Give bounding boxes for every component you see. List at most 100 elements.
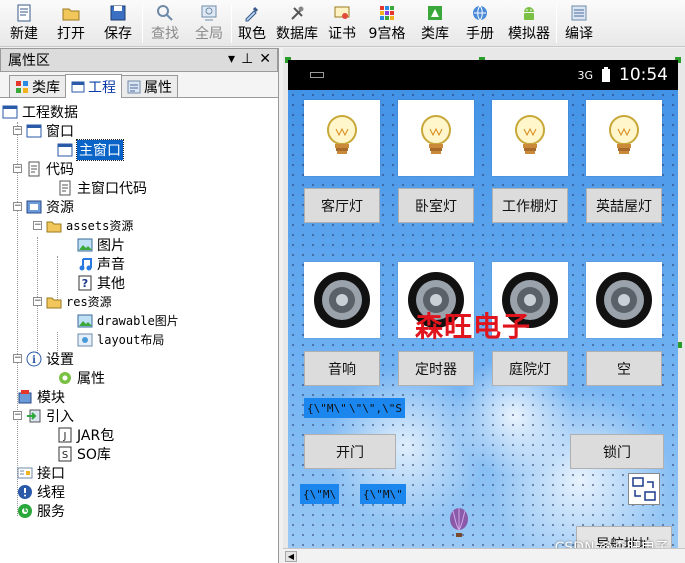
bulb-image[interactable] xyxy=(586,100,662,176)
tree-node-jar[interactable]: J JAR包 xyxy=(57,425,114,444)
panel-tabs: 类库 工程 属性 xyxy=(0,72,278,98)
speaker-icon xyxy=(596,272,652,328)
bedroom-light-button[interactable]: 卧室灯 xyxy=(398,188,474,223)
living-room-light-button[interactable]: 客厅灯 xyxy=(304,188,380,223)
class-lib-icon xyxy=(428,6,442,20)
open-folder-icon xyxy=(62,8,80,21)
tree-node-layout[interactable]: layout布局 xyxy=(77,330,164,349)
save-disk-icon xyxy=(110,5,126,21)
collapse-toggle[interactable]: − xyxy=(33,221,42,230)
layout-icon xyxy=(77,333,93,346)
collapse-toggle[interactable]: − xyxy=(13,126,22,135)
collapse-toggle[interactable]: − xyxy=(13,354,22,363)
tree-node-other[interactable]: ? 其他 xyxy=(77,273,125,292)
collapse-toggle[interactable]: − xyxy=(13,164,22,173)
tree-node-main-window[interactable]: 主窗口 xyxy=(57,138,124,161)
service-icon xyxy=(18,503,32,518)
android-icon xyxy=(524,7,534,20)
data-label: {\"M\" xyxy=(304,398,350,418)
horizontal-scrollbar[interactable]: ◀ xyxy=(283,548,685,563)
pin-icon[interactable]: ⊥ xyxy=(241,51,253,67)
new-button[interactable]: 新建 xyxy=(0,0,48,46)
project-tree: 工程数据 − 窗口 主窗口 − 代码 主窗口代码 − 资源 − assets资源… xyxy=(0,98,278,520)
database-button[interactable]: 数据库 xyxy=(272,0,322,46)
open-button[interactable]: 打开 xyxy=(48,0,94,46)
collapse-toggle[interactable]: − xyxy=(13,411,22,420)
air-button[interactable]: 空 xyxy=(586,351,662,386)
tree-node-images[interactable]: 图片 xyxy=(77,235,125,254)
manual-button[interactable]: 手册 xyxy=(458,0,502,46)
folder-icon xyxy=(46,221,62,232)
tree-node-res[interactable]: − res资源 xyxy=(33,292,112,311)
global-screen-icon xyxy=(201,5,217,21)
global-button[interactable]: 全局 xyxy=(187,0,231,46)
data-label: {\"M\" xyxy=(360,484,406,504)
speaker-icon xyxy=(314,272,370,328)
workshop-light-button[interactable]: 工作棚灯 xyxy=(492,188,568,223)
certificate-icon xyxy=(334,6,350,19)
timer-button[interactable]: 定时器 xyxy=(398,351,474,386)
magnifier-icon xyxy=(157,5,173,21)
pick-color-button[interactable]: 取色 xyxy=(232,0,272,46)
open-door-button[interactable]: 开门 xyxy=(304,434,396,469)
speaker-image[interactable] xyxy=(304,262,380,338)
lock-door-button[interactable]: 锁门 xyxy=(570,434,664,469)
tree-node-drawable[interactable]: drawable图片 xyxy=(77,311,179,330)
close-icon[interactable]: ✕ xyxy=(259,51,271,67)
save-button[interactable]: 保存 xyxy=(94,0,142,46)
compile-button[interactable]: 编译 xyxy=(557,0,601,46)
light-bulb-icon xyxy=(609,115,639,154)
tree-node-assets[interactable]: − assets资源 xyxy=(33,216,133,235)
scroll-left-icon[interactable]: ◀ xyxy=(285,551,297,562)
svg-text:?: ? xyxy=(82,277,88,290)
tree-root[interactable]: 工程数据 xyxy=(2,102,78,121)
collapse-toggle[interactable]: − xyxy=(33,297,42,306)
svg-text:S: S xyxy=(62,450,68,461)
clock: 10:54 xyxy=(619,65,668,85)
dropdown-icon[interactable]: ▾ xyxy=(228,51,235,67)
manual-globe-icon xyxy=(473,5,487,21)
tree-node-sounds[interactable]: 声音 xyxy=(77,254,125,273)
emulator-button[interactable]: 模拟器 xyxy=(502,0,556,46)
yard-light-button[interactable]: 庭院灯 xyxy=(492,351,568,386)
tab-properties[interactable]: 属性 xyxy=(121,75,178,97)
tree-node-main-window-code[interactable]: 主窗口代码 xyxy=(57,178,147,197)
tree-node-code[interactable]: − 代码 xyxy=(13,159,74,178)
tree-node-thread[interactable]: 线程 xyxy=(17,482,65,501)
bulb-image[interactable] xyxy=(398,100,474,176)
tree-node-settings[interactable]: − i 设置 xyxy=(13,349,74,368)
class-lib-button[interactable]: 类库 xyxy=(412,0,458,46)
panel-header: 属性区 ▾ ⊥ ✕ xyxy=(0,48,278,72)
svg-text:i: i xyxy=(32,355,36,366)
switch-icon-button[interactable] xyxy=(628,473,660,505)
tree-node-service[interactable]: 服务 xyxy=(17,501,65,520)
tree-node-window[interactable]: − 窗口 xyxy=(13,121,74,140)
info-icon: i xyxy=(26,351,42,366)
tree-node-resources[interactable]: − 资源 xyxy=(13,197,74,216)
grid9-button[interactable]: 9宫格 xyxy=(362,0,412,46)
form-designer: 3G 10:54 客厅灯 卧室灯 工作棚灯 英喆屋灯 森旺电子 音响 定时器 庭… xyxy=(283,48,685,563)
import-icon xyxy=(27,409,41,422)
room-light-button[interactable]: 英喆屋灯 xyxy=(586,188,662,223)
eyedropper-icon xyxy=(245,6,259,22)
phone-screen: 3G 10:54 客厅灯 卧室灯 工作棚灯 英喆屋灯 森旺电子 音响 定时器 庭… xyxy=(288,60,678,555)
tab-class-lib[interactable]: 类库 xyxy=(9,75,66,97)
tree-node-module[interactable]: 模块 xyxy=(17,387,65,406)
tree-node-properties[interactable]: 属性 xyxy=(57,368,105,387)
tree-node-import[interactable]: − 引入 xyxy=(13,406,74,425)
audio-button[interactable]: 音响 xyxy=(304,351,380,386)
project-data-icon xyxy=(2,105,18,118)
collapse-toggle[interactable]: − xyxy=(13,202,22,211)
image-icon xyxy=(77,238,93,251)
tree-node-so[interactable]: S SO库 xyxy=(57,444,111,463)
certificate-button[interactable]: 证书 xyxy=(322,0,362,46)
tab-project[interactable]: 工程 xyxy=(65,74,122,98)
find-button[interactable]: 查找 xyxy=(143,0,187,46)
android-gear-icon xyxy=(59,371,71,384)
tree-node-interface[interactable]: 接口 xyxy=(17,463,65,482)
speaker-image[interactable] xyxy=(586,262,662,338)
bulb-image[interactable] xyxy=(304,100,380,176)
tree-connector xyxy=(17,122,18,516)
status-bar: 3G 10:54 xyxy=(288,60,678,90)
bulb-image[interactable] xyxy=(492,100,568,176)
